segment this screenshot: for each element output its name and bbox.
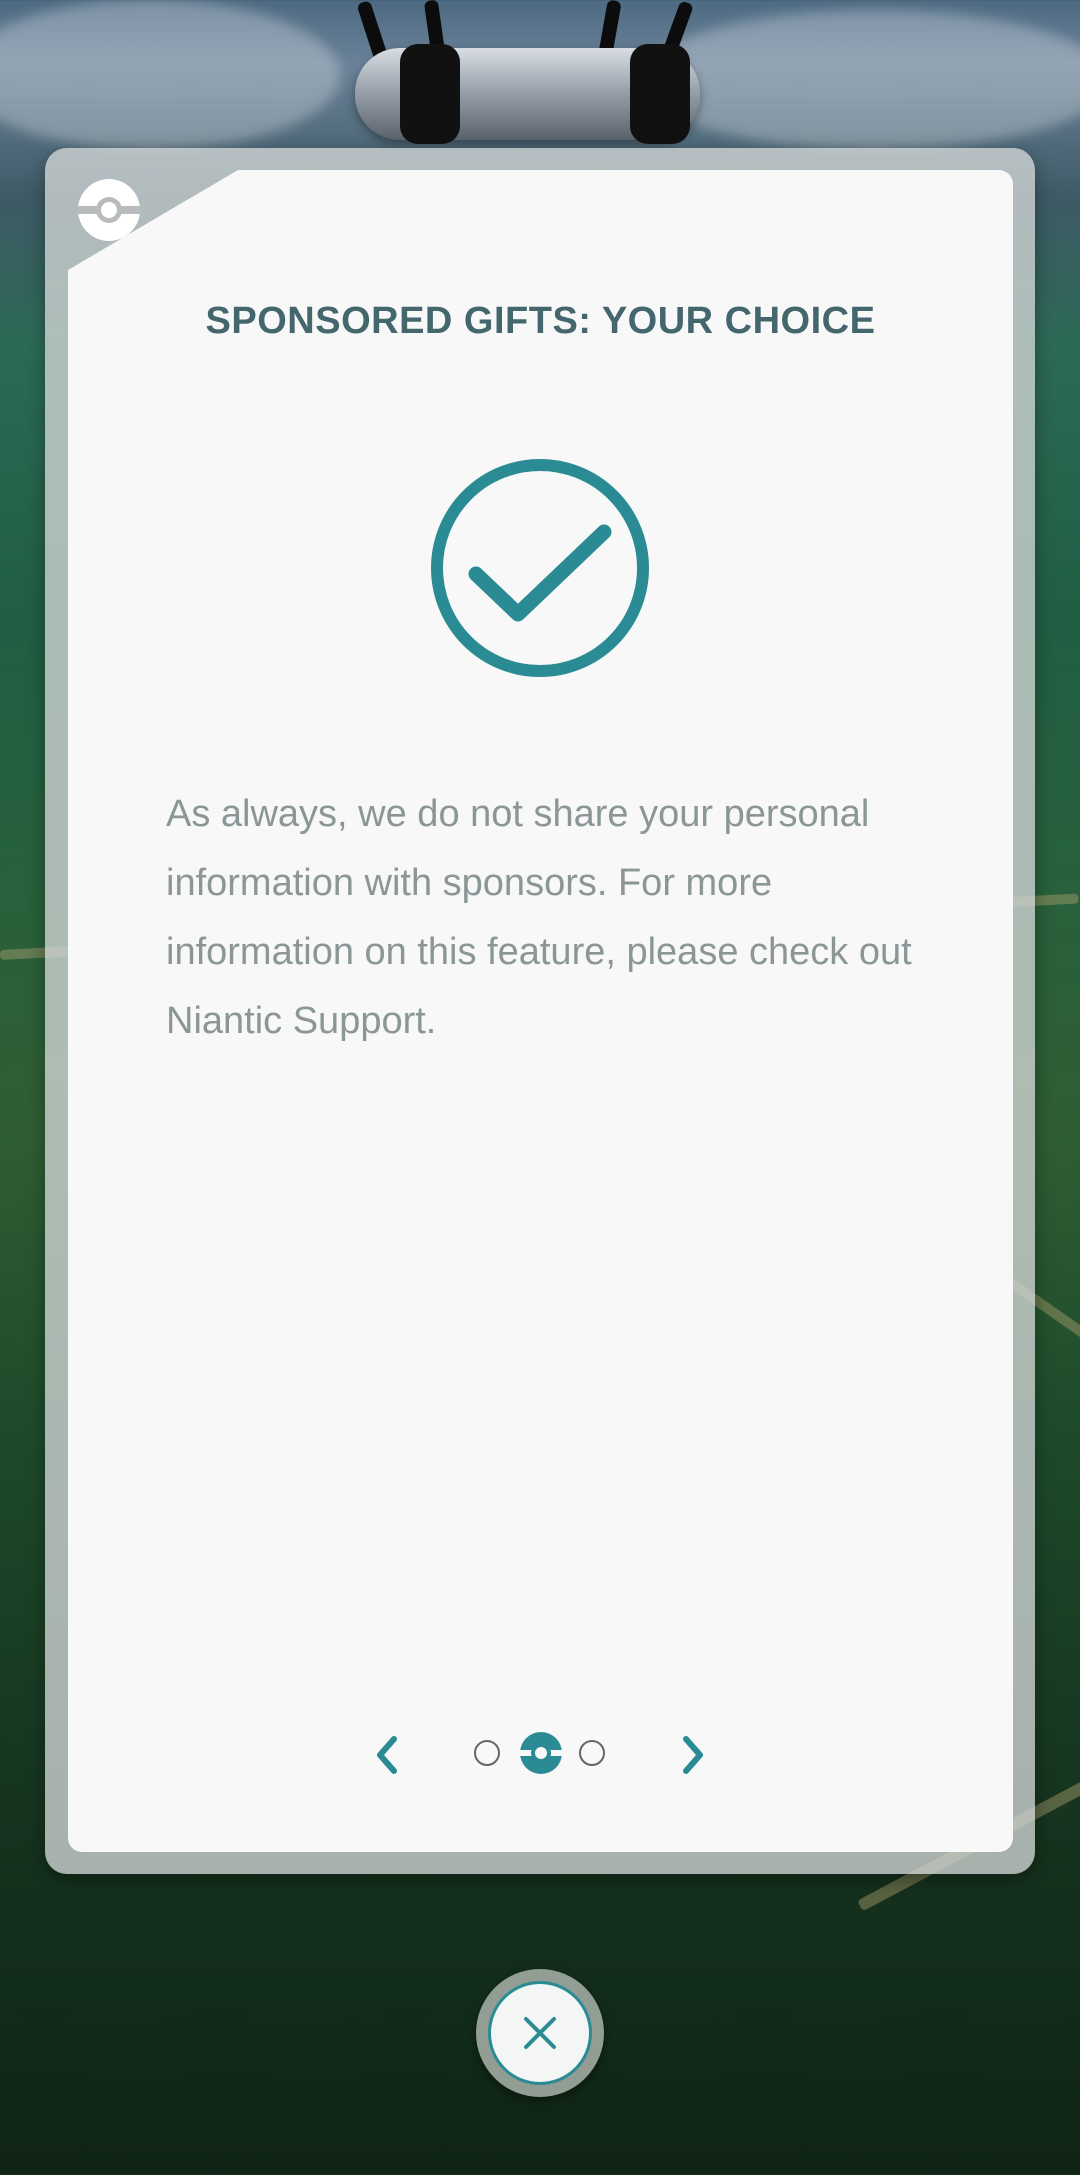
page-dot-3[interactable] bbox=[579, 1740, 605, 1766]
page-dot-1[interactable] bbox=[474, 1740, 500, 1766]
chevron-right-icon bbox=[683, 1736, 703, 1774]
page-dot-2-active[interactable] bbox=[519, 1731, 563, 1775]
checkmark-circle-icon bbox=[431, 459, 649, 677]
chevron-left-icon bbox=[377, 1736, 397, 1774]
prev-page-button[interactable] bbox=[362, 1725, 412, 1785]
close-icon bbox=[524, 2017, 556, 2049]
pagination bbox=[0, 1725, 1080, 1785]
dialog-body-text: As always, we do not share your personal… bbox=[166, 793, 912, 1042]
pokeball-icon bbox=[78, 179, 140, 241]
next-page-button[interactable] bbox=[668, 1725, 718, 1785]
close-button[interactable] bbox=[488, 1981, 592, 2085]
dialog-title: SPONSORED GIFTS: YOUR CHOICE bbox=[205, 300, 876, 342]
